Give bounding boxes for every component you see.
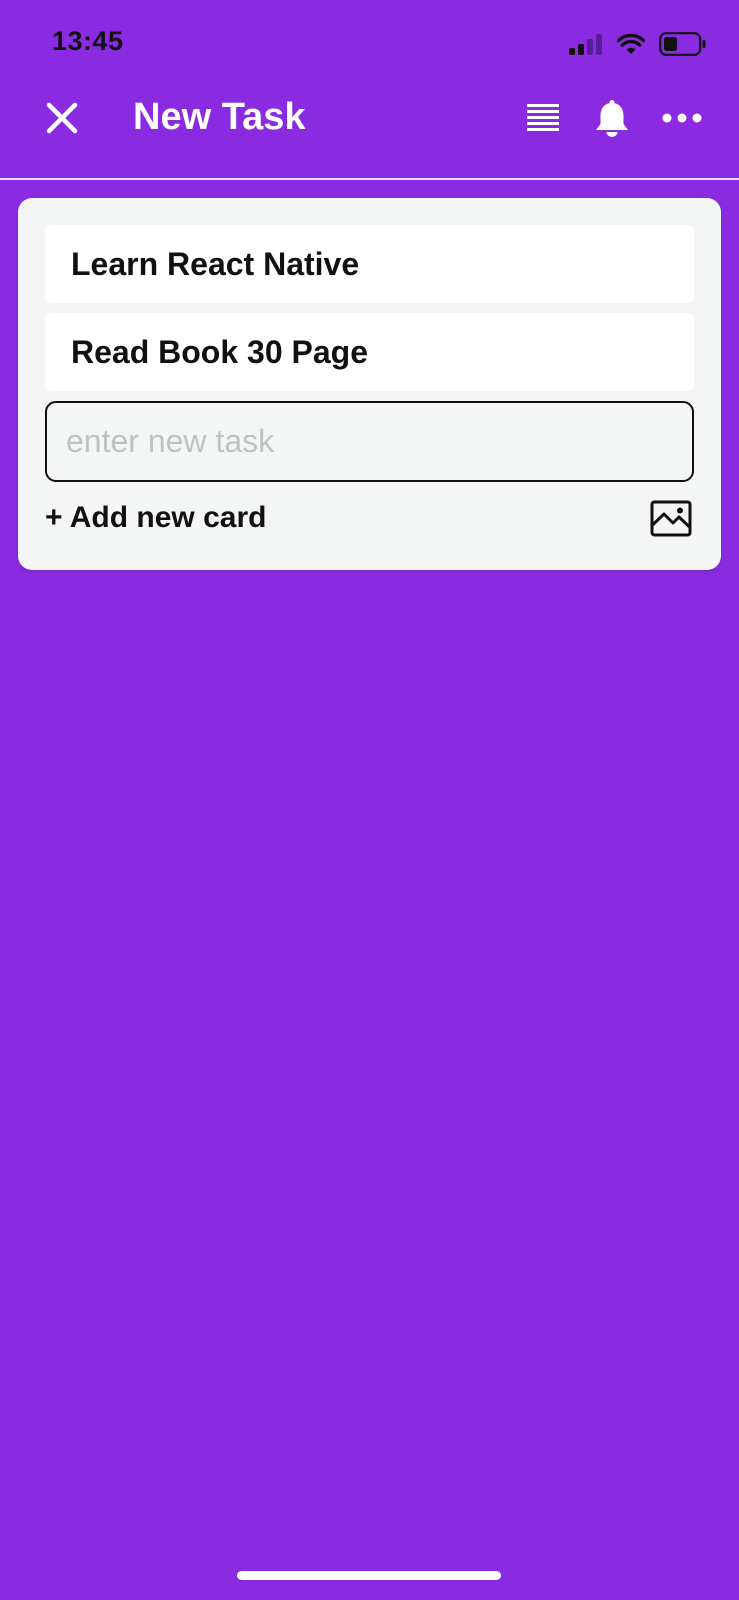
status-time: 13:45 — [52, 26, 124, 56]
status-icons — [569, 30, 707, 58]
add-new-card-button[interactable]: + Add new card — [45, 498, 266, 538]
task-label: Read Book 30 Page — [71, 333, 368, 370]
wifi-icon — [617, 33, 645, 54]
signal-icon — [569, 34, 602, 55]
page-title: New Task — [133, 96, 306, 138]
image-icon — [650, 500, 692, 537]
task-label: Learn React Native — [71, 245, 360, 282]
new-task-input[interactable] — [45, 401, 694, 482]
close-icon — [46, 102, 78, 134]
bell-icon — [596, 100, 628, 137]
task-card[interactable]: Learn React Native — [45, 225, 694, 303]
battery-icon — [659, 32, 706, 56]
header: New Task — [0, 80, 739, 178]
add-image-button[interactable] — [650, 500, 692, 538]
close-button[interactable] — [40, 96, 84, 140]
status-bar: 13:45 — [0, 0, 739, 80]
list-button[interactable] — [520, 95, 566, 141]
more-button[interactable] — [659, 95, 705, 141]
more-icon — [662, 113, 702, 123]
home-indicator — [237, 1571, 501, 1580]
task-list-card: Learn React Native Read Book 30 Page + A… — [18, 198, 721, 570]
notifications-button[interactable] — [589, 95, 635, 141]
header-divider — [0, 178, 739, 180]
task-card[interactable]: Read Book 30 Page — [45, 313, 694, 391]
list-icon — [527, 104, 559, 131]
